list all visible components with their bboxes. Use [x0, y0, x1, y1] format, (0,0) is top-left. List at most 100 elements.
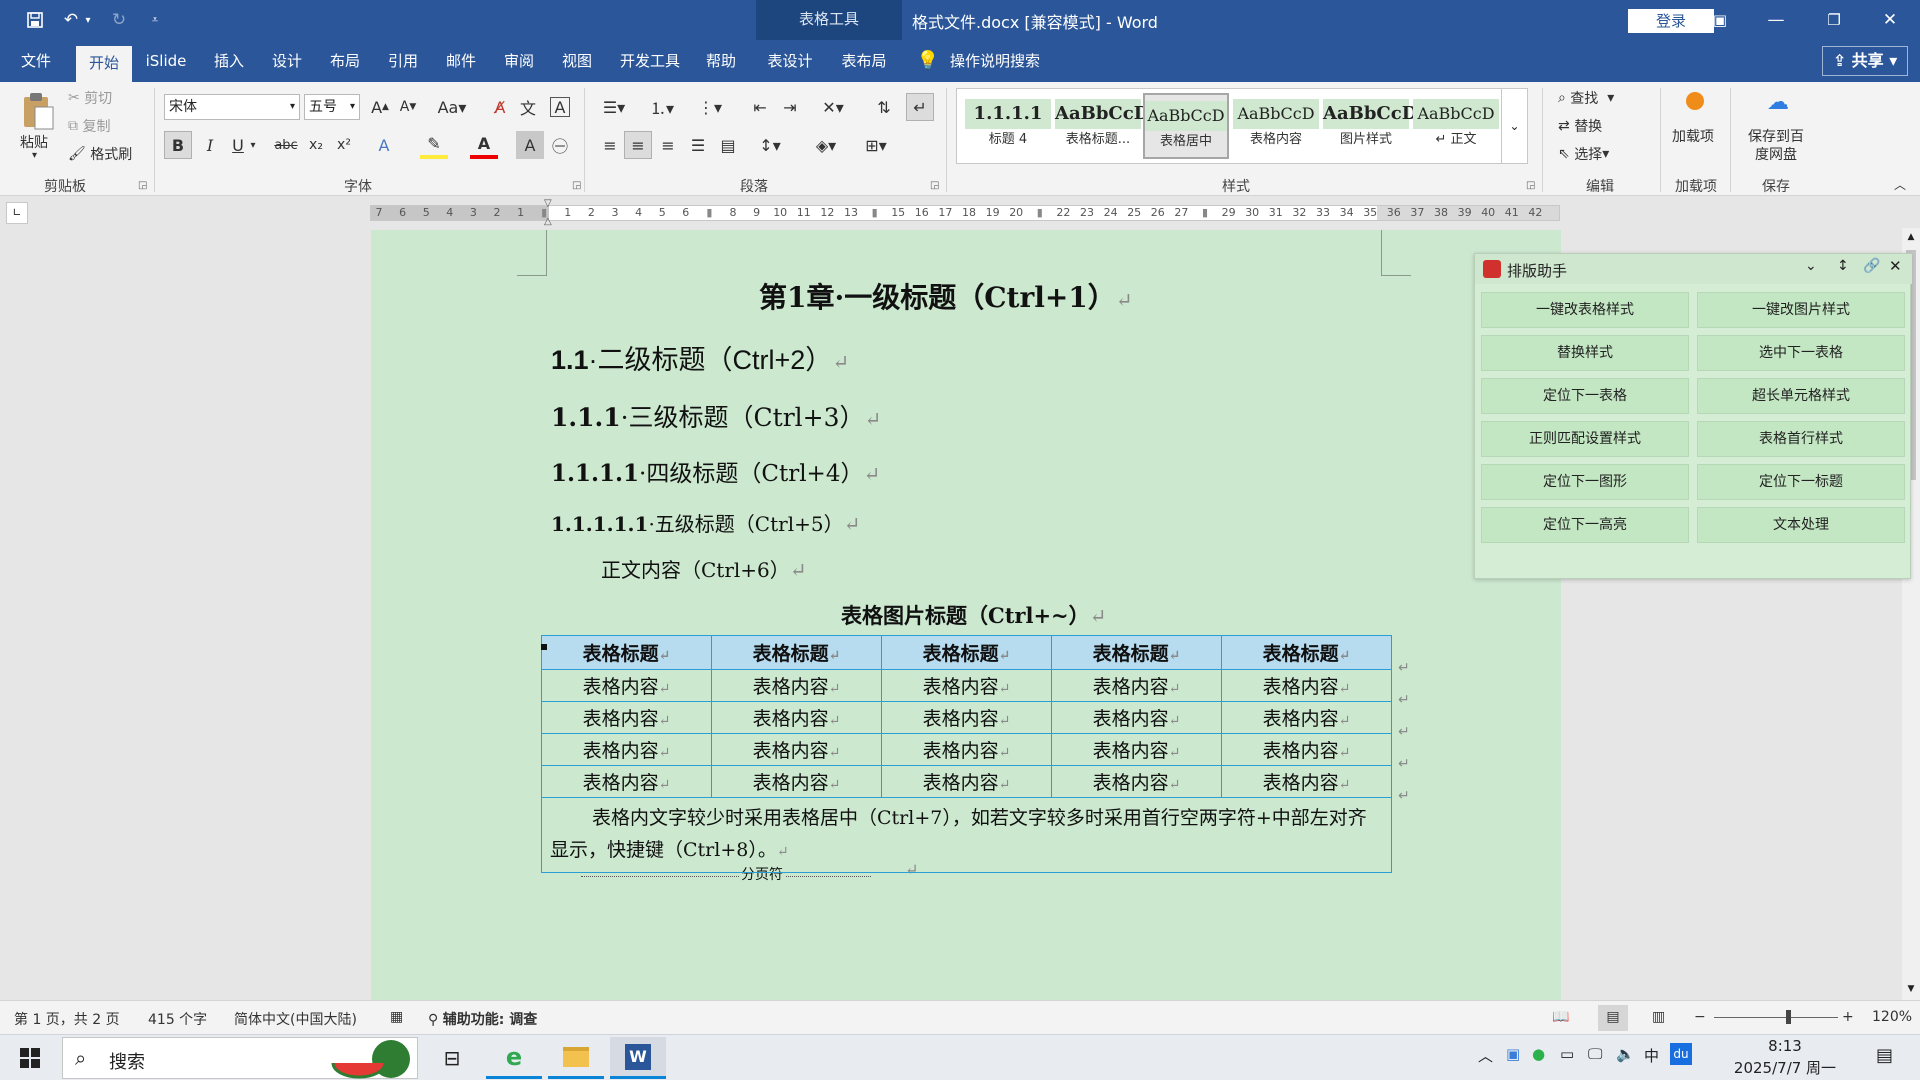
file-explorer-icon[interactable] [548, 1037, 604, 1079]
table-cell[interactable]: 表格内容↵ [881, 669, 1052, 702]
resize-icon[interactable]: ↕ [1837, 258, 1849, 274]
text-effects-icon[interactable]: A [370, 131, 398, 159]
tab-file[interactable]: 文件 [12, 40, 60, 82]
ime-indicator[interactable]: 中 [1644, 1045, 1659, 1066]
table-cell[interactable]: 表格内容↵ [1051, 669, 1222, 702]
minimize-icon[interactable]: — [1748, 0, 1804, 40]
heading-3[interactable]: 1.1.1·三级标题（Ctrl+3）↵ [551, 398, 881, 434]
tab-help[interactable]: 帮助 [698, 40, 744, 82]
find-button[interactable]: ⌕ 查找 ▾ [1558, 88, 1614, 108]
change-case-icon[interactable]: Aa▾ [432, 93, 472, 121]
tray-chevron-icon[interactable]: ︿ [1478, 1045, 1493, 1066]
table-cell[interactable]: 表格内容↵ [1221, 669, 1392, 702]
paste-dropdown-icon[interactable]: ▾ [32, 150, 37, 161]
word-app-icon[interactable]: W [610, 1037, 666, 1079]
paste-icon[interactable] [18, 88, 58, 134]
table-note-cell[interactable]: 表格内文字较少时采用表格居中（Ctrl+7），如若文字较多时采用首行空两字符+中… [541, 797, 1392, 873]
table-cell[interactable]: 表格内容↵ [881, 765, 1052, 798]
font-name-combo[interactable]: 宋体 ▾ [164, 94, 300, 120]
table-cell[interactable]: 表格内容↵ [541, 701, 712, 734]
font-color-icon[interactable]: A [470, 131, 498, 159]
tab-references[interactable]: 引用 [380, 40, 426, 82]
increase-indent-icon[interactable]: ⇥ [776, 93, 804, 121]
heading-4[interactable]: 1.1.1.1·四级标题（Ctrl+4）↵ [551, 454, 880, 488]
underline-dropdown-icon[interactable]: ▾ [246, 131, 260, 159]
clipboard-launcher-icon[interactable]: ◲ [138, 180, 147, 191]
zoom-slider[interactable] [1714, 1010, 1838, 1024]
page-count[interactable]: 第 1 页，共 2 页 [14, 1009, 120, 1029]
borders-icon[interactable]: ⊞▾ [858, 131, 894, 159]
tab-layout[interactable]: 布局 [322, 40, 368, 82]
phonetic-guide-icon[interactable]: 文 [514, 93, 542, 121]
font-size-combo[interactable]: 五号 ▾ [304, 94, 360, 120]
scroll-up-icon[interactable]: ▲ [1902, 232, 1920, 242]
chinese-layout-icon[interactable]: ✕▾ [814, 93, 852, 121]
align-right-icon[interactable]: ≡ [654, 131, 682, 159]
panel-button[interactable]: 定位下一高亮 [1481, 507, 1689, 543]
table-header-cell[interactable]: 表格标题↵ [711, 635, 882, 670]
justify-icon[interactable]: ☰ [684, 131, 712, 159]
table-cell[interactable]: 表格内容↵ [1051, 765, 1222, 798]
table-cell[interactable]: 表格内容↵ [711, 765, 882, 798]
wechat-icon[interactable]: ● [1532, 1045, 1545, 1063]
style-table-title[interactable]: AaBbCcD 表格标题... [1055, 93, 1149, 159]
clear-format-icon[interactable]: A̸ [486, 93, 514, 121]
tab-selector-icon[interactable]: ∟ [6, 202, 28, 224]
table-cell[interactable]: 表格内容↵ [881, 701, 1052, 734]
addins-icon[interactable] [1686, 92, 1704, 110]
volume-icon[interactable]: 🔈 [1616, 1045, 1635, 1063]
style-table-content[interactable]: AaBbCcD 表格内容 [1233, 93, 1319, 159]
style-table-center[interactable]: AaBbCcD 表格居中 [1143, 93, 1229, 159]
tab-islide[interactable]: iSlide [140, 40, 192, 82]
read-mode-icon[interactable]: 📖 [1552, 1009, 1569, 1025]
addins-button[interactable]: 加载项 [1672, 128, 1720, 146]
line-spacing-icon[interactable]: ↕▾ [752, 131, 788, 159]
table-cell[interactable]: 表格内容↵ [711, 733, 882, 766]
panel-button[interactable]: 定位下一图形 [1481, 464, 1689, 500]
replace-button[interactable]: ⇄ 替换 [1558, 116, 1602, 136]
share-button[interactable]: ⇪ 共享 ▾ [1822, 46, 1908, 76]
table-cell[interactable]: 表格内容↵ [1221, 733, 1392, 766]
table-header-cell[interactable]: 表格标题↵ [881, 635, 1052, 670]
table-header-cell[interactable]: 表格标题↵ [1221, 635, 1392, 670]
save-icon[interactable] [20, 6, 50, 34]
document-table[interactable]: 表格标题↵ 表格标题↵ 表格标题↵ 表格标题↵ 表格标题↵ 表格内容↵ 表格内容… [541, 635, 1392, 873]
browser-icon[interactable]: e [486, 1037, 542, 1079]
table-cell[interactable]: 表格内容↵ [541, 733, 712, 766]
panel-button[interactable]: 定位下一表格 [1481, 378, 1689, 414]
zoom-level[interactable]: 120% [1872, 1009, 1912, 1025]
numbering-icon[interactable]: ⒈▾ [644, 93, 680, 121]
panel-button[interactable]: 一键改表格样式 [1481, 292, 1689, 328]
notification-icon[interactable]: ▤ [1876, 1045, 1893, 1066]
tab-mailings[interactable]: 邮件 [438, 40, 484, 82]
tray-app-icon[interactable]: ▣ [1506, 1045, 1520, 1063]
character-border-icon[interactable]: A [550, 97, 570, 117]
table-cell[interactable]: 表格内容↵ [711, 701, 882, 734]
show-marks-icon[interactable]: ↵ [906, 93, 934, 121]
scroll-down-icon[interactable]: ▼ [1902, 984, 1920, 994]
tab-table-design[interactable]: 表设计 [758, 40, 822, 82]
heading-1[interactable]: 第1章·一级标题（Ctrl+1）↵ [759, 276, 1133, 316]
multilevel-list-icon[interactable]: ⋮▾ [692, 93, 728, 121]
shading-icon[interactable]: ◈▾ [808, 131, 844, 159]
strikethrough-icon[interactable]: abc [272, 131, 300, 159]
paste-label[interactable]: 粘贴 [20, 132, 48, 152]
heading-2[interactable]: 1.1·二级标题（Ctrl+2）↵ [551, 338, 849, 377]
customize-qat-icon[interactable]: ⩡ [140, 6, 170, 34]
close-icon[interactable]: ✕ [1862, 0, 1918, 40]
tab-developer[interactable]: 开发工具 [614, 40, 686, 82]
font-launcher-icon[interactable]: ◲ [572, 180, 581, 191]
panel-close-icon[interactable]: ✕ [1889, 257, 1902, 275]
word-count[interactable]: 415 个字 [148, 1009, 207, 1029]
enclose-characters-icon[interactable]: ㊀ [546, 131, 574, 159]
panel-button[interactable]: 选中下一表格 [1697, 335, 1905, 371]
superscript-icon[interactable]: x² [330, 131, 358, 159]
decrease-indent-icon[interactable]: ⇤ [746, 93, 774, 121]
table-cell[interactable]: 表格内容↵ [541, 669, 712, 702]
tab-insert[interactable]: 插入 [206, 40, 252, 82]
panel-button[interactable]: 定位下一标题 [1697, 464, 1905, 500]
redo-icon[interactable]: ↻ [104, 6, 134, 34]
document-page[interactable]: 第1章·一级标题（Ctrl+1）↵ 1.1·二级标题（Ctrl+2）↵ 1.1.… [371, 230, 1561, 1010]
panel-button[interactable]: 一键改图片样式 [1697, 292, 1905, 328]
style-picture[interactable]: AaBbCcD 图片样式 [1323, 93, 1417, 159]
